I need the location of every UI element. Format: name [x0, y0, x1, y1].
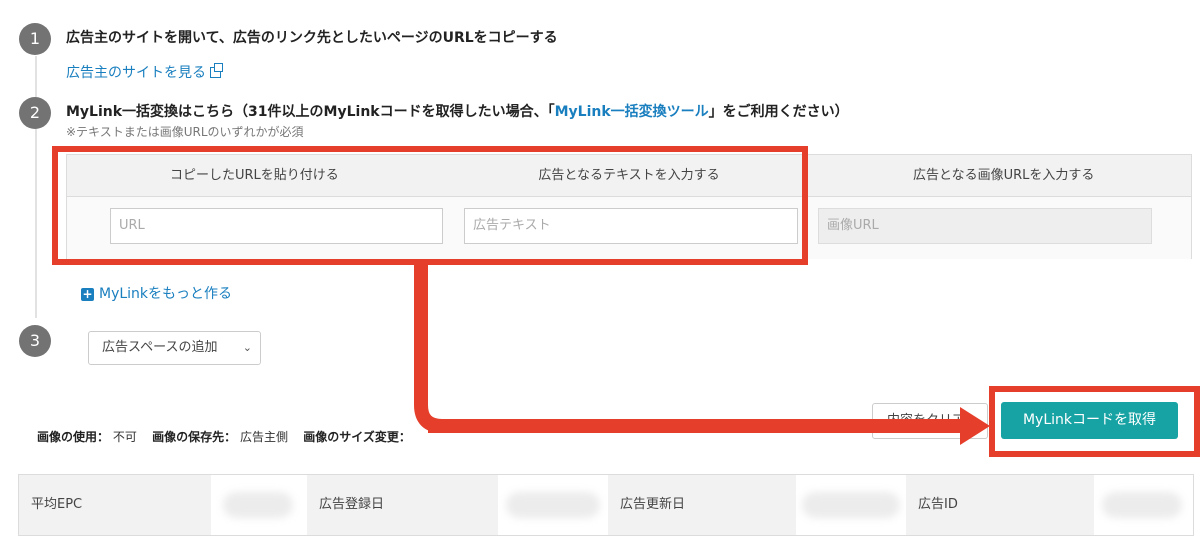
- registration-date-label: 広告登録日: [307, 475, 498, 535]
- annotation-arrow-horizontal: [428, 419, 968, 433]
- header-image-url: 広告となる画像URLを入力する: [912, 168, 1095, 183]
- image-usage-value: 不可: [112, 430, 137, 444]
- avg-epc-value: [211, 475, 307, 535]
- image-meta-info: 画像の使用： 不可 画像の保存先： 広告主側 画像のサイズ変更：: [37, 428, 411, 445]
- update-date-value: [796, 475, 906, 535]
- registration-date-value: [498, 475, 608, 535]
- annotation-arrow-head: [960, 407, 990, 445]
- step-2-title: MyLink一括変換はこちら（31件以上のMyLinkコードを取得したい場合、「…: [66, 101, 849, 121]
- annotation-arrow-vertical: [414, 265, 428, 405]
- annotation-arrow-corner: [414, 395, 454, 433]
- image-usage-label: 画像の使用：: [37, 430, 110, 444]
- annotation-box-button: [989, 386, 1200, 457]
- image-url-input[interactable]: 画像URL: [818, 208, 1152, 244]
- image-resize-label: 画像のサイズ変更：: [303, 430, 411, 444]
- ad-space-select-value: 広告スペースの追加: [102, 340, 218, 355]
- step-2-note: ※テキストまたは画像URLのいずれかが必須: [66, 125, 304, 139]
- add-more-mylink-link[interactable]: + MyLinkをもっと作る: [81, 283, 232, 303]
- ad-id-value: [1094, 475, 1193, 535]
- step-2-title-suffix: 」をご利用ください）: [708, 104, 849, 120]
- advertiser-site-link[interactable]: 広告主のサイトを見る: [66, 62, 223, 82]
- ad-info-table: 平均EPC 広告登録日 広告更新日 広告ID: [18, 474, 1194, 536]
- avg-epc-label: 平均EPC: [19, 475, 211, 535]
- chevron-down-icon: ⌄: [242, 341, 252, 354]
- step-2-title-prefix: MyLink一括変換はこちら（31件以上のMyLinkコードを取得したい場合、「: [66, 104, 555, 120]
- ad-space-select[interactable]: 広告スペースの追加 ⌄: [88, 331, 261, 365]
- step-1-badge: 1: [19, 23, 51, 55]
- step-2-badge: 2: [19, 97, 51, 129]
- annotation-box-inputs: [52, 146, 808, 265]
- image-storage-value: 広告主側: [239, 430, 288, 444]
- plus-square-icon: +: [81, 287, 94, 301]
- image-storage-label: 画像の保存先：: [152, 430, 237, 444]
- step-3-badge: 3: [19, 325, 51, 357]
- bulk-convert-tool-link[interactable]: MyLink一括変換ツール: [555, 104, 709, 120]
- add-more-mylink-label: MyLinkをもっと作る: [99, 286, 233, 302]
- ad-id-label: 広告ID: [906, 475, 1094, 535]
- external-link-icon: [210, 63, 223, 78]
- step-connector-line: [35, 56, 37, 318]
- advertiser-site-link-label: 広告主のサイトを見る: [66, 65, 206, 81]
- step-1-title: 広告主のサイトを開いて、広告のリンク先としたいページのURLをコピーする: [66, 30, 558, 46]
- update-date-label: 広告更新日: [608, 475, 796, 535]
